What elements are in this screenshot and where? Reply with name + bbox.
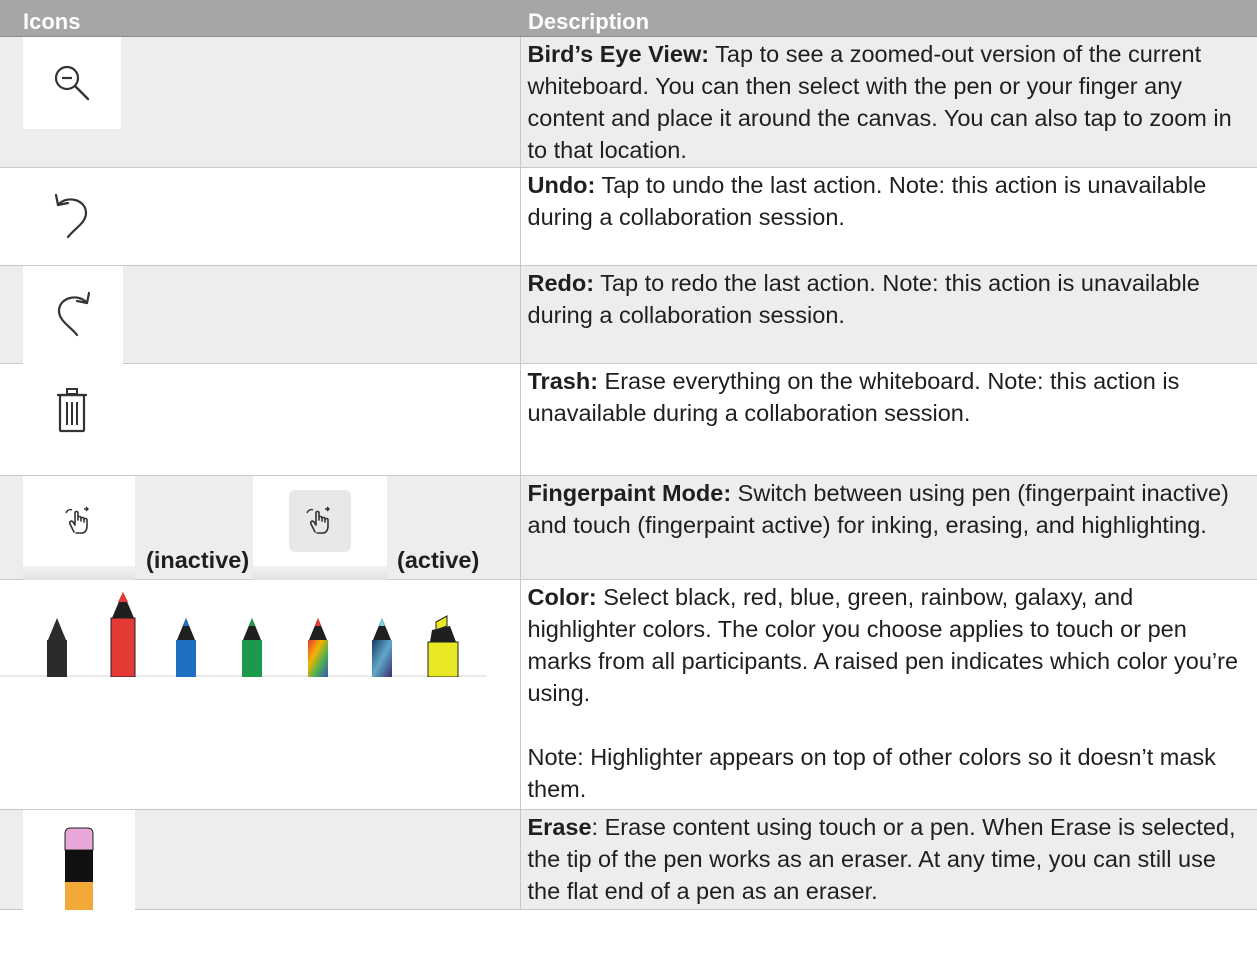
fingerpaint-active-label: (active) [397,546,480,573]
description-cell: Redo: Tap to redo the last action. Note:… [519,265,1257,364]
row-title: Color: [527,583,597,610]
trash-icon [23,369,121,450]
description-cell: Fingerpaint Mode: Switch between using p… [519,475,1257,580]
row-title: Fingerpaint Mode: [527,479,732,506]
pen-red[interactable] [110,591,136,677]
table-header-row: Icons Description [0,0,1257,37]
fingerpaint-active-container [253,475,387,566]
fingerpaint-active-shadow [253,565,387,580]
pen-blue[interactable] [176,617,196,677]
color-pens-icon [0,579,487,677]
description-cell: Erase: Erase content using touch or a pe… [519,809,1257,910]
icon-cell [0,36,520,168]
header-icons: Icons [0,0,520,37]
row-text: : Erase content using touch or a pen. Wh… [527,813,1236,904]
pen-galaxy[interactable] [372,617,392,677]
row-title: Undo: [527,171,596,198]
description-cell: Undo: Tap to undo the last action. Note:… [519,167,1257,266]
description-cell: Bird’s Eye View: Tap to see a zoomed-out… [519,36,1257,168]
fingerpaint-inactive-icon [23,475,135,566]
pen-highlighter[interactable] [427,614,459,677]
row-note: Note: Highlighter appears on top of othe… [527,743,1216,802]
fingerpaint-active-icon [289,489,351,552]
icon-cell [0,167,520,266]
fingerpaint-inactive-shadow [23,565,135,580]
table-row: Erase: Erase content using touch or a pe… [0,809,1257,910]
icon-cell [0,363,520,476]
table-row: Undo: Tap to undo the last action. Note:… [0,167,1257,266]
zoom-out-icon [23,36,121,129]
fingerpaint-inactive-label: (inactive) [146,546,250,573]
row-text: Erase everything on the whiteboard. Note… [527,367,1180,426]
icon-cell [0,579,520,810]
row-title: Trash: [527,367,599,394]
pen-green[interactable] [242,617,262,677]
table-row: Trash: Erase everything on the whiteboar… [0,363,1257,476]
row-title: Redo: [527,269,595,296]
icon-cell: (inactive) (active) [0,475,520,580]
eraser-icon [23,809,135,910]
description-cell: Trash: Erase everything on the whiteboar… [519,363,1257,476]
row-title: Erase [527,813,592,840]
table-row: (inactive) (active) Fingerpaint Mode: Sw… [0,475,1257,580]
pen-black[interactable] [47,617,67,677]
description-cell: Color: Select black, red, blue, green, r… [519,579,1257,810]
row-title: Bird’s Eye View: [527,40,710,67]
table-row: Bird’s Eye View: Tap to see a zoomed-out… [0,36,1257,168]
pen-rainbow[interactable] [308,617,328,677]
row-text: Tap to redo the last action. Note: this … [527,269,1200,328]
table-row: Redo: Tap to redo the last action. Note:… [0,265,1257,364]
icon-cell [0,809,520,910]
header-description: Description [520,0,1257,37]
undo-icon [23,173,121,260]
table-row: Color: Select black, red, blue, green, r… [0,579,1257,810]
row-text: Select black, red, blue, green, rainbow,… [527,583,1239,706]
icons-table: Icons Description Bird’s Eye View: Tap t… [0,0,1257,910]
row-text: Tap to undo the last action. Note: this … [527,171,1207,230]
icon-cell [0,265,520,364]
redo-icon [23,265,123,364]
